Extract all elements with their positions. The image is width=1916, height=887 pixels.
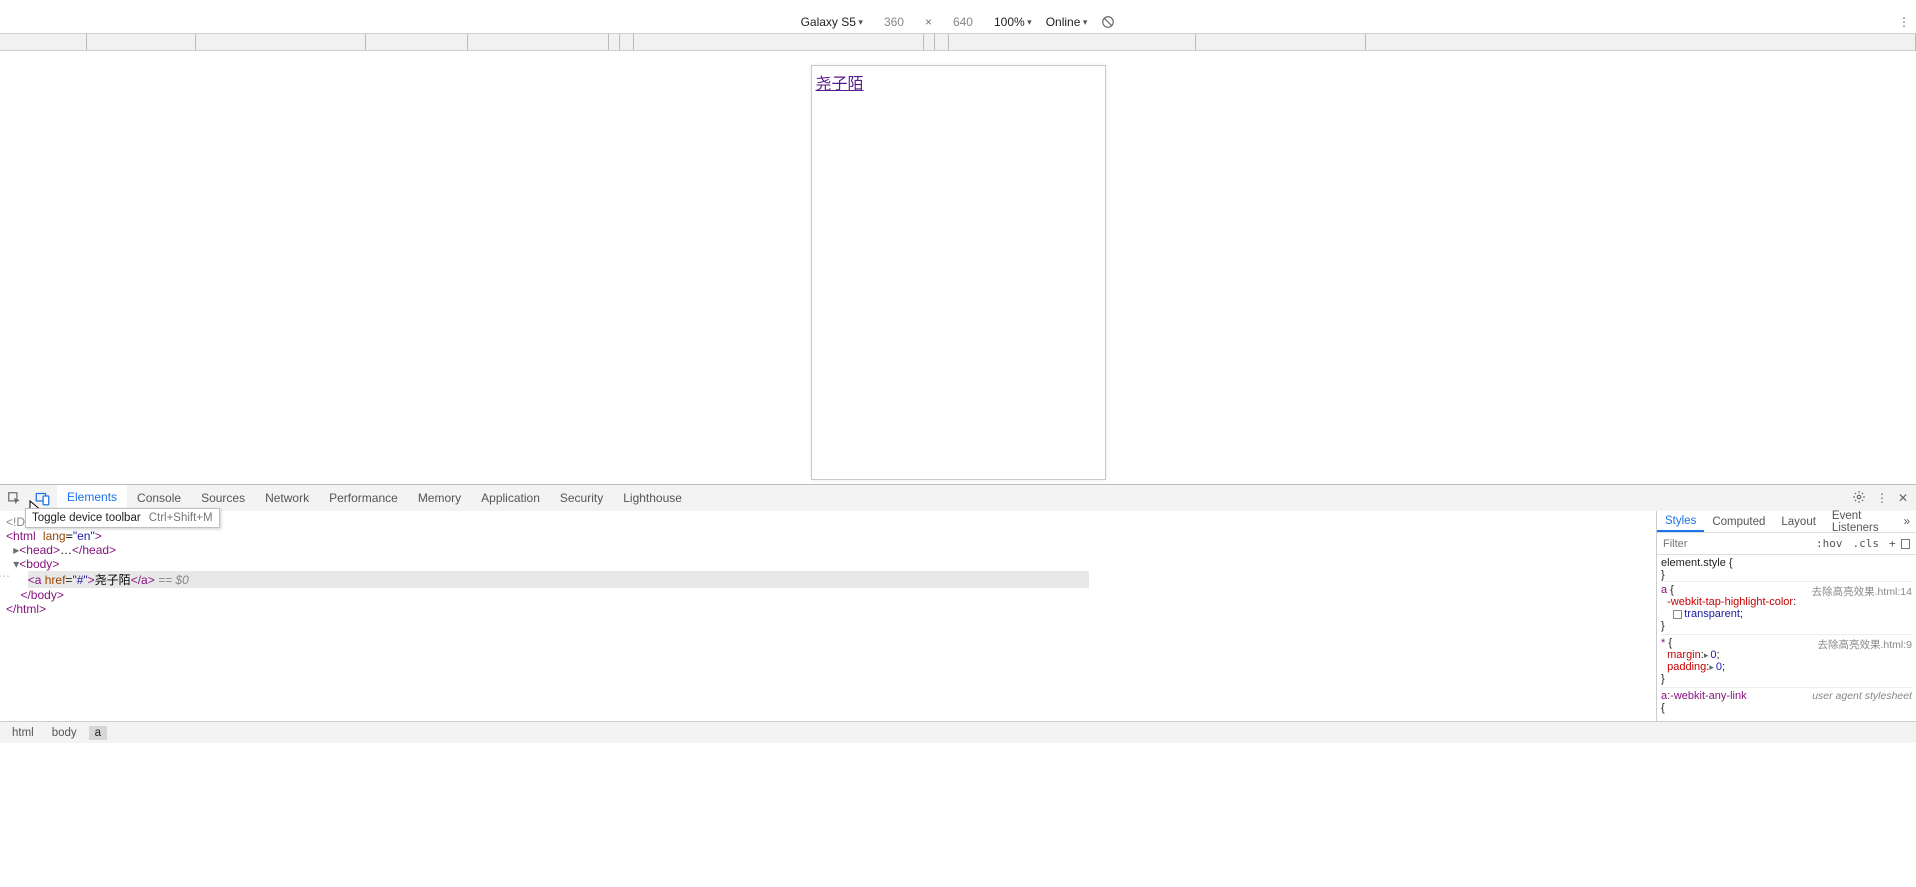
dom-tree[interactable]: ⋯<!DOCTYPE html> <html lang="en"> ▸<head… (0, 511, 1656, 721)
device-height-input[interactable]: 640 (946, 15, 980, 29)
throttle-select[interactable]: Online (1046, 15, 1088, 29)
inspect-element-icon[interactable] (0, 485, 28, 511)
crumb-body[interactable]: body (46, 726, 83, 740)
tab-network[interactable]: Network (255, 485, 319, 511)
device-width-input[interactable]: 360 (877, 15, 911, 29)
crumb-html[interactable]: html (6, 726, 40, 740)
toggle-computed-sidebar-icon[interactable] (1901, 539, 1910, 549)
devtools-body: ⋯<!DOCTYPE html> <html lang="en"> ▸<head… (0, 511, 1916, 721)
tab-lighthouse[interactable]: Lighthouse (613, 485, 692, 511)
styles-tab-event-listeners[interactable]: Event Listeners (1824, 511, 1898, 532)
styles-filter-bar: :hov .cls + (1657, 533, 1916, 555)
styles-tabs: Styles Computed Layout Event Listeners » (1657, 511, 1916, 533)
devtools-close-icon[interactable]: ✕ (1898, 491, 1908, 505)
viewport-stage: 尧子陌 (0, 51, 1916, 484)
devtools: Elements Console Sources Network Perform… (0, 484, 1916, 743)
cls-toggle[interactable]: .cls (1848, 537, 1885, 550)
tab-security[interactable]: Security (550, 485, 613, 511)
tooltip-label: Toggle device toolbar (32, 512, 141, 524)
tab-performance[interactable]: Performance (319, 485, 408, 511)
tab-application[interactable]: Application (471, 485, 550, 511)
styles-tab-styles[interactable]: Styles (1657, 511, 1704, 532)
styles-filter-input[interactable] (1657, 536, 1811, 552)
settings-icon[interactable] (1852, 490, 1866, 507)
crumb-a[interactable]: a (89, 726, 107, 740)
new-style-rule-icon[interactable]: + (1884, 537, 1901, 550)
device-select[interactable]: Galaxy S5 (801, 15, 863, 29)
device-frame: 尧子陌 (811, 65, 1106, 480)
styles-panel: Styles Computed Layout Event Listeners »… (1656, 511, 1916, 721)
zoom-select[interactable]: 100% (994, 15, 1032, 29)
tooltip-shortcut: Ctrl+Shift+M (149, 512, 213, 524)
styles-tabs-more-icon[interactable]: » (1898, 516, 1916, 528)
dimension-separator: × (925, 15, 932, 29)
rulers (0, 34, 1916, 51)
top-spacer (0, 0, 1916, 10)
tab-memory[interactable]: Memory (408, 485, 471, 511)
styles-tab-layout[interactable]: Layout (1773, 511, 1824, 532)
page-link[interactable]: 尧子陌 (816, 76, 864, 93)
devtools-tabs: Elements Console Sources Network Perform… (0, 485, 1916, 511)
style-rules[interactable]: element.style { } 去除高亮效果.html:14a { -web… (1657, 555, 1916, 721)
breadcrumb: html body a (0, 721, 1916, 743)
device-toolbar-menu-icon[interactable]: ⋮ (1898, 10, 1910, 33)
rotate-icon[interactable] (1101, 15, 1115, 29)
styles-tab-computed[interactable]: Computed (1704, 511, 1773, 532)
devtools-menu-icon[interactable]: ⋮ (1876, 491, 1888, 505)
tooltip: Toggle device toolbar Ctrl+Shift+M (25, 508, 220, 528)
device-toolbar: Galaxy S5 360 × 640 100% Online ⋮ (0, 10, 1916, 34)
hov-toggle[interactable]: :hov (1811, 537, 1848, 550)
